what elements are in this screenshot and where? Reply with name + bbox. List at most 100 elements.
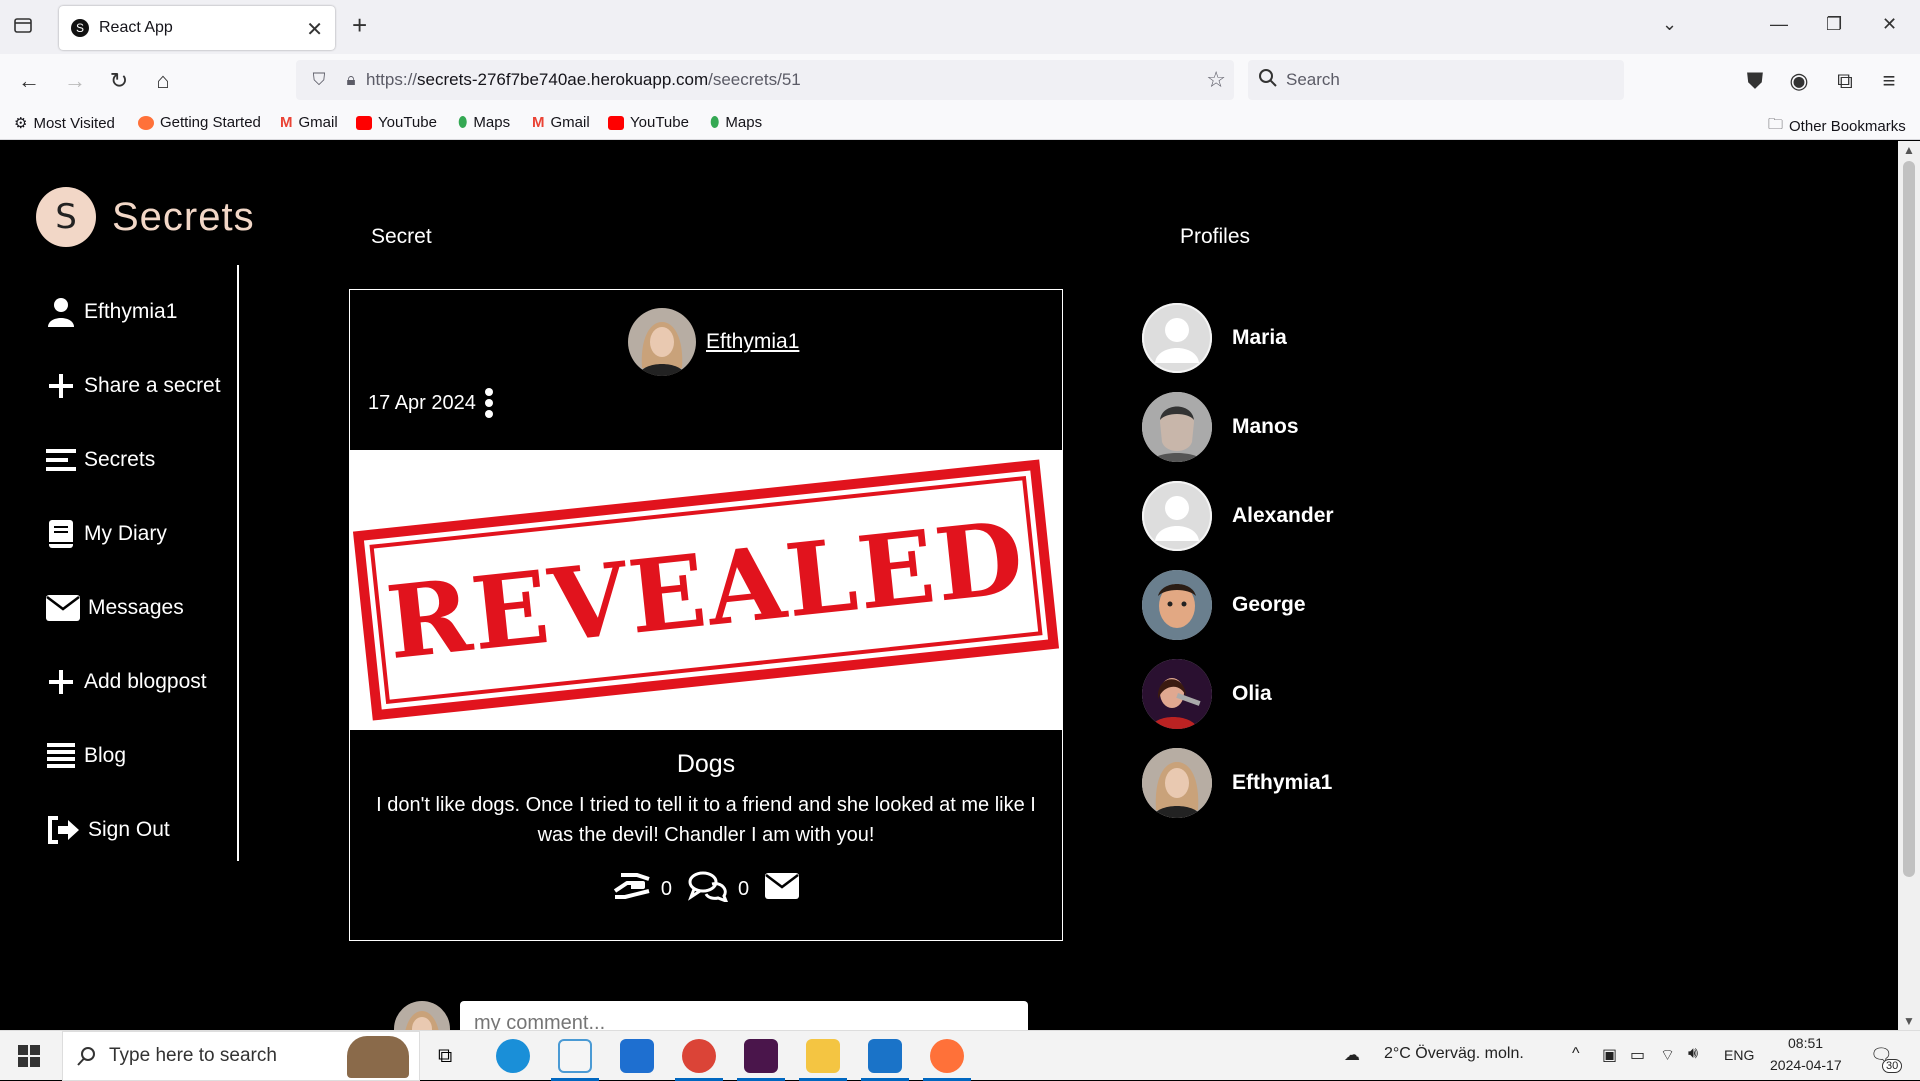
sidebar-item-secrets[interactable]: Secrets [46,445,155,475]
page-scrollbar[interactable]: ▲ ▼ [1898,141,1920,1030]
pocket-icon[interactable]: ⛊ [1742,68,1768,94]
sidebar-item-my-diary[interactable]: My Diary [46,519,167,549]
bookmark-youtube-2[interactable]: YouTube [608,114,689,131]
sign-out-icon [46,815,80,845]
other-bookmarks[interactable]: 🗀 Other Bookmarks [1768,114,1906,139]
sidebar-item-blog[interactable]: Blog [46,741,126,771]
remote-app-icon[interactable] [868,1039,902,1073]
battery-icon[interactable]: ▭ [1630,1045,1645,1065]
browser-search-placeholder: Search [1286,70,1340,89]
wifi-icon[interactable]: ⌔ [1660,1045,1675,1065]
sidebar-item-profile[interactable]: Efthymia1 [46,297,177,327]
profile-item[interactable]: Maria [1142,303,1287,373]
lock-icon[interactable]: 🔒︎ [336,70,366,90]
kebab-menu-icon[interactable] [484,388,494,418]
url-bar[interactable]: ⛉ 🔒︎ https://secrets-276f7be740ae.heroku… [296,60,1234,100]
show-hidden-icons-chevron-icon[interactable]: ^ [1572,1045,1580,1063]
comment-input[interactable] [460,1001,1028,1030]
profile-item[interactable]: Olia [1142,659,1272,729]
scroll-down-icon[interactable]: ▼ [1903,1014,1915,1028]
chrome-icon[interactable] [682,1039,716,1073]
task-view-icon[interactable]: ⧉ [438,1045,452,1068]
back-button[interactable]: ← [16,68,42,94]
plus-icon [46,371,76,401]
secret-actions: 0 0 [350,870,1062,908]
close-tab-icon[interactable]: ✕ [306,17,323,42]
close-window-button[interactable]: ✕ [1882,14,1897,35]
comments-icon[interactable] [687,870,729,908]
profile-item[interactable]: Manos [1142,392,1299,462]
extensions-icon[interactable]: ⧉ [1832,68,1858,94]
tab-overflow-chevron-icon[interactable]: ⌄ [1662,14,1677,35]
volume-icon[interactable]: 🔊︎ [1688,1045,1698,1063]
store-icon[interactable] [620,1039,654,1073]
avatar [394,1001,450,1030]
profiles-heading: Profiles [1180,225,1251,248]
sidebar-item-sign-out[interactable]: Sign Out [46,815,170,845]
bookmark-gmail[interactable]: M Gmail [280,114,338,131]
bookmark-maps[interactable]: ⬮ Maps [458,114,510,131]
profile-item[interactable]: George [1142,570,1306,640]
meet-now-icon[interactable]: ▣ [1602,1045,1617,1065]
firefox-icon[interactable] [930,1039,964,1073]
gear-icon: ⚙ [14,115,28,132]
browser-search-field[interactable]: Search [1248,60,1624,100]
sidebar-item-add-blogpost[interactable]: Add blogpost [46,667,207,697]
browser-tab[interactable]: S React App ✕ [59,6,335,50]
file-explorer-icon[interactable] [806,1039,840,1073]
account-icon[interactable]: ◉ [1786,68,1812,94]
secret-image: REVEALED [350,450,1062,730]
weather-cloud-icon[interactable]: ☁ [1344,1045,1360,1065]
secret-body: I don't like dogs. Once I tried to tell … [376,794,1036,846]
avatar [1142,303,1212,373]
secret-author[interactable]: Efthymia1 [628,308,799,376]
sidebar-item-messages[interactable]: Messages [46,593,184,623]
revealed-stamp: REVEALED [352,459,1060,721]
logo-text: Secrets [112,194,255,239]
shield-icon[interactable]: ⛉ [302,70,336,90]
book-icon [46,519,76,549]
app-logo[interactable]: S Secrets [36,187,255,247]
envelope-icon[interactable] [765,873,800,905]
bookmark-youtube[interactable]: YouTube [356,114,437,131]
profile-item[interactable]: Alexander [1142,481,1334,551]
minimize-button[interactable]: — [1770,14,1788,35]
app-menu-icon[interactable]: ≡ [1876,68,1902,94]
edge-icon[interactable] [496,1039,530,1073]
language-indicator[interactable]: ENG [1724,1047,1754,1063]
profile-item[interactable]: Efthymia1 [1142,748,1332,818]
clock-date[interactable]: 2024-04-17 [1770,1057,1842,1073]
scrollbar-thumb[interactable] [1903,161,1915,877]
sidebar-item-label: Efthymia1 [84,300,178,323]
bookmark-maps-2[interactable]: ⬮ Maps [710,114,762,131]
sidebar-item-label: Add blogpost [84,670,207,693]
windows-start-icon[interactable] [18,1045,40,1072]
bookmark-gmail-2[interactable]: M Gmail [532,114,590,131]
revealed-stamp-text: REVEALED [369,475,1043,705]
bookmark-most-visited[interactable]: ⚙ Most Visited [14,114,115,133]
new-tab-button[interactable]: + [352,10,367,41]
home-button[interactable]: ⌂ [150,68,176,94]
search-icon [1258,68,1278,93]
forward-button[interactable]: → [62,68,88,94]
youtube-icon [608,115,624,130]
sidebar-item-share-secret[interactable]: Share a secret [46,371,221,401]
author-link[interactable]: Efthymia1 [706,330,799,354]
weather-text[interactable]: 2°C Överväg. moln. [1384,1045,1524,1063]
taskbar-search-placeholder: Type here to search [109,1045,277,1066]
clock-time[interactable]: 08:51 [1788,1035,1823,1051]
secret-card: Efthymia1 17 Apr 2024 REVEALED Dogs I do… [349,289,1063,941]
bookmark-getting-started[interactable]: Getting Started [138,114,261,131]
url-host: secrets-276f7be740ae.herokuapp.com [417,70,709,89]
scroll-up-icon[interactable]: ▲ [1903,143,1915,157]
taskbar-search-box[interactable]: Type here to search [62,1031,420,1081]
tab-list-icon[interactable] [12,14,34,41]
gmail-icon: M [532,114,545,131]
bookmark-star-icon[interactable]: ☆ [1206,67,1226,93]
support-hands-icon[interactable] [613,871,651,907]
restore-button[interactable]: ❐ [1826,14,1842,35]
reload-button[interactable]: ↻ [106,68,132,94]
profile-name: Manos [1232,415,1299,438]
slack-icon[interactable] [744,1039,778,1073]
snipping-tool-icon[interactable] [558,1039,592,1073]
